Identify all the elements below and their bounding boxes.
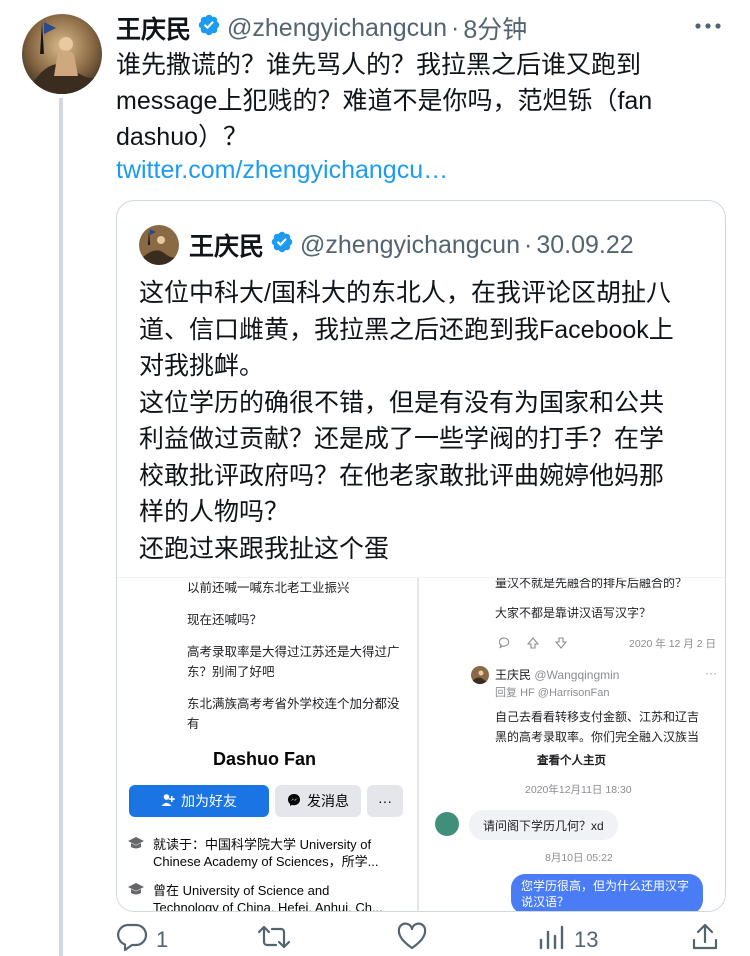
fb-comment-line: 现在还喊吗？ xyxy=(187,613,263,627)
downvote-icon xyxy=(554,636,568,654)
fb-info-line: 就读于：中国科学院大学 University of xyxy=(153,837,372,852)
reply-button[interactable]: 1 xyxy=(116,922,168,956)
outgoing-message-line: 您学历很高，但为什么还用汉字 xyxy=(521,879,690,893)
tweet-text-line: 谁先撒谎的？谁先骂人的？我拉黑之后谁又跑到 xyxy=(116,51,642,79)
retweet-button[interactable] xyxy=(256,922,300,956)
author-handle[interactable]: @zhengyichangcun xyxy=(227,14,447,43)
tweet-link[interactable]: twitter.com/zhengyichangcu… xyxy=(116,152,448,188)
quoted-text-line: 这位学历的确很不错，但是有没有为国家和公共 xyxy=(139,388,665,417)
views-count: 13 xyxy=(574,927,599,952)
quoted-avatar xyxy=(139,225,179,265)
graduation-cap-icon xyxy=(127,836,145,870)
share-button[interactable] xyxy=(690,922,720,956)
reply-count: 1 xyxy=(156,927,169,952)
tweet-timestamp[interactable]: 8分钟 xyxy=(463,10,527,46)
quoted-date: 30.09.22 xyxy=(536,230,634,259)
tweet-header: 王庆民 @zhengyichangcun · 8分钟 xyxy=(116,10,736,46)
fb-more-button: ··· xyxy=(367,785,403,817)
quoted-text-line: 还跑过来跟我扯这个蛋 xyxy=(139,534,390,563)
separator-dot: · xyxy=(451,13,460,42)
reply-avatar xyxy=(471,666,489,684)
retweet-icon xyxy=(256,922,292,956)
reply-more-icon: ··· xyxy=(705,666,717,680)
views-button[interactable]: 13 xyxy=(538,922,598,956)
verified-badge-icon xyxy=(270,230,294,261)
reply-to-label: 回复 xyxy=(495,687,517,699)
views-chart-icon xyxy=(538,922,566,956)
reply-text-line: 自己去看看转移支付金额、江苏和辽吉 xyxy=(495,710,700,724)
comment-line: 大家不都是靠讲汉语写汉字？ xyxy=(495,606,652,620)
quoted-handle: @zhengyichangcun xyxy=(300,230,520,259)
fb-add-friend-button: 加为好友 xyxy=(129,785,269,817)
fb-info-education: 就读于：中国科学院大学 University of Chinese Academ… xyxy=(127,836,378,870)
fb-comment-line: 东北满族高考考省外学校连个加分都没 xyxy=(187,697,400,711)
quoted-text-line: 利益做过贡献？还是成了一些学阀的打手？在学 xyxy=(139,425,665,453)
tweet-text-line: dashuo）？ xyxy=(116,123,249,151)
quoted-text-line: 校敢批评政府吗？在他老家敢批评曲婉婷他妈那 xyxy=(139,461,665,490)
comment-line: 量汉不就是先融合的排斥后融合的？ xyxy=(495,578,688,590)
fb-add-friend-label: 加为好友 xyxy=(181,793,237,809)
thread-line xyxy=(59,98,63,956)
comment-icon xyxy=(498,636,511,654)
reply-icon xyxy=(116,922,148,956)
reply-to-line: 回复 HF @HarrisonFan xyxy=(495,684,610,702)
tweet-text-line: message上犯贱的？难道不是你吗，范炟铄（fan xyxy=(116,87,653,115)
incoming-message-bubble: 请问阁下学历几何？xd xyxy=(469,810,618,840)
quoted-text-line: 道、信口雌黄，我拉黑之后还跑到我Facebook上 xyxy=(139,315,674,344)
quoted-body: 这位中科大/国科大的东北人，在我评论区胡扯八 道、信口雌黄，我拉黑之后还跑到我F… xyxy=(139,275,709,567)
fb-info-line: Chinese Academy of Sciences，所学... xyxy=(153,854,379,869)
fb-message-label: 发消息 xyxy=(307,793,349,809)
reply-text-line: 黑的高考录取率。你们完全融入汉族当 xyxy=(495,730,700,744)
quoted-header: 王庆民 @zhengyichangcun · 30.09.22 xyxy=(139,225,634,265)
messenger-icon xyxy=(287,793,301,810)
message-timestamp: 2020年12月11日 18:30 xyxy=(525,784,632,796)
fb-comment-line: 有 xyxy=(187,717,200,731)
sender-avatar xyxy=(435,812,459,836)
quoted-media[interactable]: 以前还喊一喊东北老工业振兴 现在还喊吗？ 高考录取率是大得过江苏还是大得过广 东… xyxy=(117,577,725,912)
quoted-text-line: 对我挑衅。 xyxy=(139,352,265,380)
verified-badge-icon xyxy=(197,13,221,44)
reply-to-handle: @HarrisonFan xyxy=(537,687,610,699)
outgoing-message-line: 说汉语？ xyxy=(521,895,570,909)
reply-author-handle: @Wangqingmin xyxy=(534,668,620,682)
media-image-left[interactable]: 以前还喊一喊东北老工业振兴 现在还喊吗？ 高考录取率是大得过江苏还是大得过广 东… xyxy=(117,578,417,912)
separator-dot: · xyxy=(524,230,533,259)
tweet-body: 谁先撒谎的？谁先骂人的？我拉黑之后谁又跑到 message上犯贱的？难道不是你吗… xyxy=(116,47,726,155)
quoted-tweet[interactable]: 王庆民 @zhengyichangcun · 30.09.22 这位中科大/国科… xyxy=(116,200,726,912)
tweet-action-bar: 1 13 xyxy=(116,922,736,956)
fb-comment-line: 以前还喊一喊东北老工业振兴 xyxy=(187,581,350,595)
more-options-icon[interactable] xyxy=(692,14,742,43)
fb-comment-line: 东？别闹了好吧 xyxy=(187,665,275,679)
author-avatar[interactable] xyxy=(22,14,102,94)
author-name[interactable]: 王庆民 xyxy=(116,10,191,46)
quoted-author-name: 王庆民 xyxy=(189,233,265,261)
reply-to-prefix: HF xyxy=(520,687,535,699)
fb-info-past-education: 曾在 University of Science and Technology … xyxy=(127,882,383,912)
quoted-text-line: 这位中科大/国科大的东北人，在我评论区胡扯八 xyxy=(139,279,671,307)
fb-message-button: 发消息 xyxy=(275,785,361,817)
reply-author: 王庆民 @Wangqingmin xyxy=(495,666,619,684)
message-timestamp: 8月10日 05:22 xyxy=(545,852,613,864)
outgoing-message-bubble: 您学历很高，但为什么还用汉字 说汉语？ xyxy=(511,874,703,911)
quoted-text-line: 样的人物吗？ xyxy=(139,498,290,526)
fb-profile-name: Dashuo Fan xyxy=(213,749,317,769)
add-friend-icon xyxy=(161,793,175,810)
media-image-right[interactable]: 量汉不就是先融合的排斥后融合的？ 大家不都是靠讲汉语写汉字？ 2020 年 12… xyxy=(417,578,725,911)
upvote-icon xyxy=(526,636,540,654)
graduation-cap-icon xyxy=(127,882,145,911)
heart-icon xyxy=(396,922,428,956)
like-button[interactable] xyxy=(396,922,436,956)
share-icon xyxy=(690,922,720,956)
fb-comment-line: 高考录取率是大得过江苏还是大得过广 xyxy=(187,645,400,659)
comment-date: 2020 年 12 月 2 日 xyxy=(629,638,716,650)
reply-author-name: 王庆民 xyxy=(495,668,532,682)
fb-info-line: Technology of China, Hefei, Anhui, Ch... xyxy=(153,900,383,912)
fb-info-line: 曾在 University of Science and xyxy=(153,883,330,898)
view-profile-link: 查看个人主页 xyxy=(537,755,606,767)
